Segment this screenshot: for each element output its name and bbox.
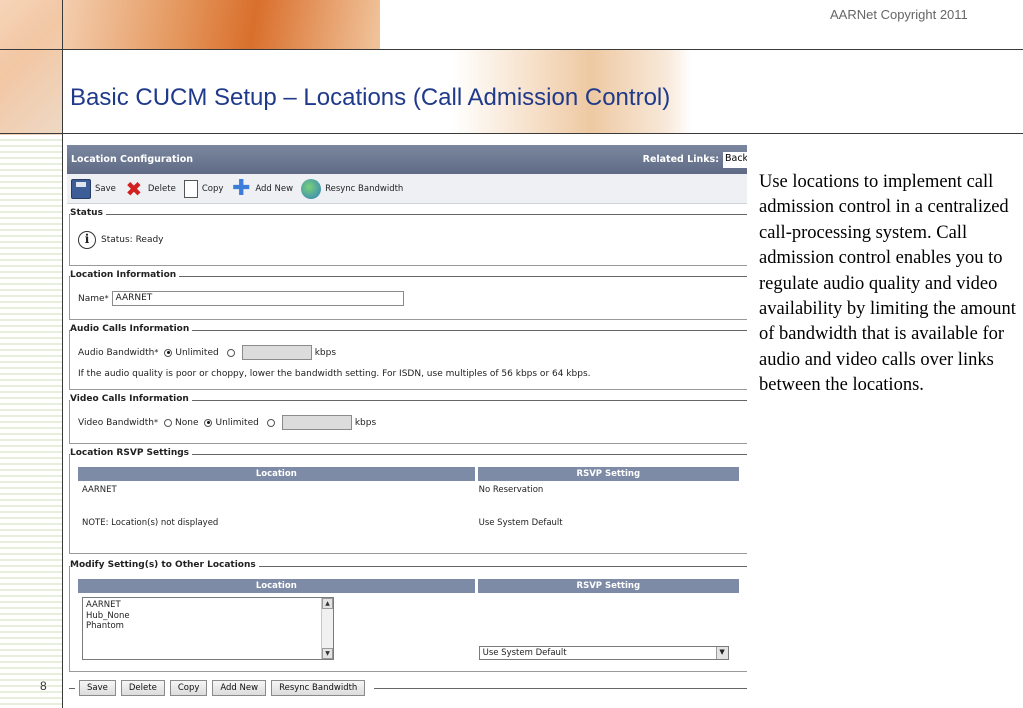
cucm-location-configuration: Location Configuration Related Links: Ba… — [67, 145, 747, 700]
rsvp-setting-cell: Use System Default — [478, 518, 563, 528]
video-unlimited-label: Unlimited — [215, 417, 259, 428]
divider-top — [0, 49, 1023, 50]
table-row: AARNET No Reservation — [78, 481, 739, 514]
add-new-button[interactable]: ✚ Add New — [231, 175, 294, 201]
audio-unlimited-label: Unlimited — [175, 347, 219, 358]
decorative-banner — [62, 0, 380, 50]
rsvp-settings-section: Location RSVP Settings Location RSVP Set… — [69, 448, 747, 554]
table-row: NOTE: Location(s) not displayed Use Syst… — [78, 514, 739, 532]
list-item[interactable]: Phantom — [86, 621, 330, 632]
side-description: Use locations to implement call admissio… — [759, 172, 1016, 396]
name-field[interactable]: AARNET — [111, 291, 404, 306]
delete-icon: ✖ — [125, 176, 143, 201]
decorative-corner — [0, 0, 62, 135]
audio-bandwidth-input[interactable] — [241, 345, 312, 360]
cucm-header: Location Configuration Related Links: Ba… — [67, 145, 747, 174]
divider — [69, 687, 75, 689]
scroll-up-icon[interactable]: ▲ — [322, 598, 333, 609]
related-links-select[interactable]: Back — [723, 151, 747, 168]
rsvp-location-cell: NOTE: Location(s) not displayed — [82, 518, 219, 528]
column-header-location: Location — [78, 467, 475, 481]
video-bandwidth-label: Video Bandwidth — [78, 417, 154, 428]
status-section: Status i Status: Ready — [69, 208, 747, 266]
video-unit-label: kbps — [354, 417, 377, 428]
copy-button-bottom[interactable]: Copy — [169, 680, 208, 696]
location-information-legend: Location Information — [70, 270, 180, 280]
video-bandwidth-input[interactable] — [281, 415, 352, 430]
video-custom-radio[interactable] — [266, 418, 275, 427]
modify-settings-legend: Modify Setting(s) to Other Locations — [70, 560, 259, 570]
rsvp-location-cell: AARNET — [82, 485, 117, 495]
decorative-stripes — [0, 135, 62, 708]
required-marker: * — [104, 294, 109, 303]
resync-bandwidth-button-bottom[interactable]: Resync Bandwidth — [271, 680, 366, 696]
video-none-label: None — [175, 417, 199, 428]
name-label: Name — [78, 293, 105, 304]
video-calls-legend: Video Calls Information — [70, 394, 192, 404]
save-button-bottom[interactable]: Save — [79, 680, 116, 696]
info-icon: i — [78, 231, 96, 249]
add-icon: ✚ — [232, 175, 251, 201]
slide-title: Basic CUCM Setup – Locations (Call Admis… — [70, 84, 671, 111]
rsvp-settings-legend: Location RSVP Settings — [70, 448, 193, 458]
delete-button[interactable]: ✖ Delete — [124, 176, 176, 201]
rsvp-setting-cell: No Reservation — [478, 485, 544, 495]
copy-label: Copy — [201, 183, 224, 194]
audio-unlimited-radio[interactable] — [164, 348, 173, 357]
rsvp-setting-value: Use System Default — [482, 648, 567, 658]
required-marker: * — [154, 348, 159, 357]
copy-button[interactable]: Copy — [183, 176, 224, 198]
resync-label: Resync Bandwidth — [325, 183, 404, 194]
audio-bandwidth-label: Audio Bandwidth — [78, 347, 155, 358]
listbox-scrollbar[interactable]: ▲ ▼ — [321, 598, 333, 659]
rsvp-setting-select[interactable]: Use System Default ▼ — [478, 646, 729, 660]
divider — [374, 687, 747, 689]
scroll-down-icon[interactable]: ▼ — [322, 648, 333, 659]
audio-calls-legend: Audio Calls Information — [70, 324, 193, 334]
save-button[interactable]: Save — [71, 178, 116, 199]
column-header-rsvp-setting: RSVP Setting — [474, 467, 739, 481]
column-header-rsvp-setting: RSVP Setting — [474, 579, 739, 593]
list-item[interactable]: Hub_None — [86, 611, 330, 622]
table-row: AARNET Hub_None Phantom ▲ ▼ Use System D… — [78, 593, 739, 664]
audio-custom-radio[interactable] — [226, 348, 235, 357]
location-information-section: Location Information Name * AARNET — [69, 270, 747, 320]
copy-icon — [183, 176, 202, 198]
column-header-location: Location — [78, 579, 475, 593]
audio-unit-label: kbps — [314, 347, 337, 358]
required-marker: * — [154, 418, 158, 427]
modify-table: Location RSVP Setting AARNET Hub_None Ph… — [78, 579, 739, 664]
save-label: Save — [95, 183, 116, 194]
status-legend: Status — [70, 208, 106, 218]
list-item[interactable]: AARNET — [86, 600, 330, 611]
rsvp-table: Location RSVP Setting AARNET No Reservat… — [78, 467, 739, 532]
divider-title — [0, 133, 1023, 134]
audio-calls-section: Audio Calls Information Audio Bandwidth *… — [69, 324, 747, 390]
video-unlimited-radio[interactable] — [204, 418, 213, 427]
delete-label: Delete — [147, 183, 176, 194]
copyright-text: AARNet Copyright 2011 — [830, 7, 968, 22]
resync-bandwidth-button[interactable]: Resync Bandwidth — [301, 178, 404, 199]
slide-number: 8 — [40, 679, 47, 693]
related-links-label: Related Links: — [642, 154, 719, 165]
modify-settings-section: Modify Setting(s) to Other Locations Loc… — [69, 560, 747, 672]
divider-vertical — [62, 0, 63, 708]
bottom-button-bar: Save Delete Copy Add New Resync Bandwidt… — [67, 680, 747, 696]
delete-button-bottom[interactable]: Delete — [120, 680, 165, 696]
chevron-down-icon: ▼ — [715, 647, 728, 659]
add-new-label: Add New — [255, 183, 294, 194]
video-calls-section: Video Calls Information Video Bandwidth *… — [69, 394, 747, 444]
locations-listbox[interactable]: AARNET Hub_None Phantom ▲ ▼ — [82, 597, 334, 660]
video-none-radio[interactable] — [164, 418, 172, 427]
toolbar: Save ✖ Delete Copy ✚ Add New Resync Band… — [67, 174, 747, 204]
add-new-button-bottom[interactable]: Add New — [212, 680, 267, 696]
audio-note: If the audio quality is poor or choppy, … — [78, 369, 591, 379]
resync-icon — [301, 178, 322, 199]
page-title: Location Configuration — [71, 154, 194, 165]
status-text: Status: Ready — [101, 235, 164, 245]
save-icon — [71, 178, 91, 199]
